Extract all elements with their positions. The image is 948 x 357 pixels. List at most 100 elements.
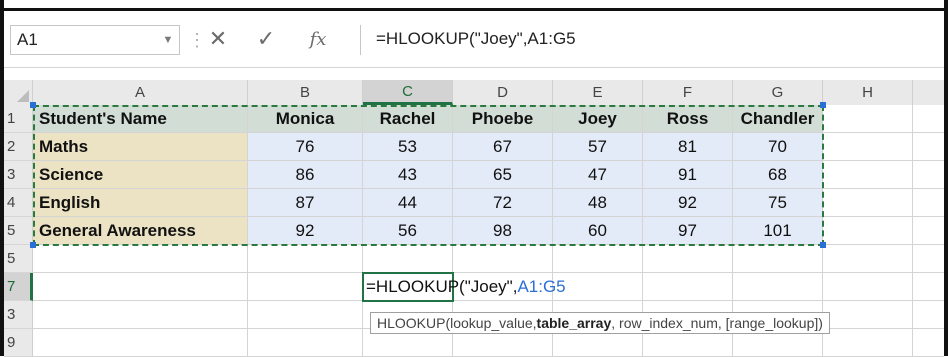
- cell-g4[interactable]: 75: [733, 189, 823, 217]
- insert-function-button[interactable]: fx: [300, 25, 336, 53]
- column-header-e[interactable]: E: [553, 80, 643, 105]
- row-header-8[interactable]: 3: [4, 301, 33, 329]
- cell-a8[interactable]: [33, 301, 248, 329]
- cell-i6[interactable]: [913, 245, 944, 273]
- cell-h8[interactable]: [823, 301, 913, 329]
- cell-i3[interactable]: [913, 161, 944, 189]
- cell-d4[interactable]: 72: [453, 189, 553, 217]
- range-handle-top-left[interactable]: [30, 102, 36, 108]
- formula-input[interactable]: =HLOOKUP("Joey",A1:G5: [376, 25, 576, 53]
- cell-e4[interactable]: 48: [553, 189, 643, 217]
- cell-a6[interactable]: [33, 245, 248, 273]
- cell-e2[interactable]: 57: [553, 133, 643, 161]
- cell-i9[interactable]: [913, 329, 944, 357]
- cell-h7[interactable]: [823, 273, 913, 301]
- enter-button[interactable]: ✓: [248, 25, 284, 53]
- row-header-3[interactable]: 3: [4, 161, 33, 189]
- cell-f1[interactable]: Ross: [643, 105, 733, 133]
- cell-g2[interactable]: 70: [733, 133, 823, 161]
- cell-c3[interactable]: 43: [363, 161, 453, 189]
- function-argument-tooltip[interactable]: HLOOKUP(lookup_value, table_array, row_i…: [370, 312, 830, 334]
- column-header-d[interactable]: D: [453, 80, 553, 105]
- cell-e7[interactable]: [553, 273, 643, 301]
- cell-a4[interactable]: English: [33, 189, 248, 217]
- cell-b2[interactable]: 76: [248, 133, 363, 161]
- row-header-4[interactable]: 4: [4, 189, 33, 217]
- cell-f5[interactable]: 97: [643, 217, 733, 245]
- cell-c4[interactable]: 44: [363, 189, 453, 217]
- cell-c5[interactable]: 56: [363, 217, 453, 245]
- cell-f7[interactable]: [643, 273, 733, 301]
- cell-i1[interactable]: [913, 105, 944, 133]
- cell-f3[interactable]: 91: [643, 161, 733, 189]
- cell-h5[interactable]: [823, 217, 913, 245]
- row-header-2[interactable]: 2: [4, 133, 33, 161]
- cell-c1[interactable]: Rachel: [363, 105, 453, 133]
- cell-g5[interactable]: 101: [733, 217, 823, 245]
- row-header-9[interactable]: 9: [4, 329, 33, 357]
- cell-b9[interactable]: [248, 329, 363, 357]
- tooltip-arg-lookup-value[interactable]: lookup_value,: [450, 315, 536, 331]
- cell-e1[interactable]: Joey: [553, 105, 643, 133]
- cell-f2[interactable]: 81: [643, 133, 733, 161]
- cell-a5[interactable]: General Awareness: [33, 217, 248, 245]
- column-header-c[interactable]: C: [363, 80, 453, 105]
- drag-handle-icon[interactable]: ⋮: [188, 29, 206, 51]
- row-header-6[interactable]: 5: [4, 245, 33, 273]
- cell-b5[interactable]: 92: [248, 217, 363, 245]
- cell-h4[interactable]: [823, 189, 913, 217]
- cell-i2[interactable]: [913, 133, 944, 161]
- cell-a7[interactable]: [33, 273, 248, 301]
- cell-a1[interactable]: Student's Name: [33, 105, 248, 133]
- column-header-f[interactable]: F: [643, 80, 733, 105]
- cell-h9[interactable]: [823, 329, 913, 357]
- cell-b1[interactable]: Monica: [248, 105, 363, 133]
- cell-a3[interactable]: Science: [33, 161, 248, 189]
- cell-b4[interactable]: 87: [248, 189, 363, 217]
- cell-g7[interactable]: [733, 273, 823, 301]
- cell-h1[interactable]: [823, 105, 913, 133]
- tooltip-arg-rest[interactable]: , row_index_num, [range_lookup]): [611, 315, 823, 331]
- cell-g6[interactable]: [733, 245, 823, 273]
- cell-d6[interactable]: [453, 245, 553, 273]
- cell-d5[interactable]: 98: [453, 217, 553, 245]
- cell-a2[interactable]: Maths: [33, 133, 248, 161]
- cell-b6[interactable]: [248, 245, 363, 273]
- row-header-7[interactable]: 7: [4, 273, 33, 301]
- range-handle-bottom-left[interactable]: [30, 242, 36, 248]
- cell-e6[interactable]: [553, 245, 643, 273]
- column-header-a[interactable]: A: [33, 80, 248, 105]
- cell-g3[interactable]: 68: [733, 161, 823, 189]
- cell-g1[interactable]: Chandler: [733, 105, 823, 133]
- cell-i8[interactable]: [913, 301, 944, 329]
- column-header-h[interactable]: H: [823, 80, 913, 105]
- cell-b3[interactable]: 86: [248, 161, 363, 189]
- cell-h3[interactable]: [823, 161, 913, 189]
- cell-d3[interactable]: 65: [453, 161, 553, 189]
- chevron-down-icon[interactable]: ▼: [157, 34, 179, 46]
- cell-b8[interactable]: [248, 301, 363, 329]
- cell-f6[interactable]: [643, 245, 733, 273]
- cell-c2[interactable]: 53: [363, 133, 453, 161]
- cell-e5[interactable]: 60: [553, 217, 643, 245]
- cell-h2[interactable]: [823, 133, 913, 161]
- cell-i5[interactable]: [913, 217, 944, 245]
- cell-d2[interactable]: 67: [453, 133, 553, 161]
- worksheet-grid[interactable]: A B C D E F G H 1 2 3 4 5 5 7 3 9 Studen…: [4, 80, 944, 357]
- cell-e3[interactable]: 47: [553, 161, 643, 189]
- in-cell-formula[interactable]: =HLOOKUP("Joey", A1:G5: [366, 273, 566, 301]
- column-header-next[interactable]: [913, 80, 944, 105]
- cell-i7[interactable]: [913, 273, 944, 301]
- tooltip-arg-table-array[interactable]: table_array: [537, 315, 612, 331]
- row-header-5[interactable]: 5: [4, 217, 33, 245]
- range-handle-top-right[interactable]: [820, 102, 826, 108]
- column-header-b[interactable]: B: [248, 80, 363, 105]
- cell-b7[interactable]: [248, 273, 363, 301]
- cell-d1[interactable]: Phoebe: [453, 105, 553, 133]
- name-box[interactable]: A1 ▼: [10, 25, 180, 55]
- range-handle-bottom-right[interactable]: [820, 242, 826, 248]
- cancel-button[interactable]: ✕: [200, 25, 236, 53]
- cell-f4[interactable]: 92: [643, 189, 733, 217]
- column-header-g[interactable]: G: [733, 80, 823, 105]
- select-all-button[interactable]: [4, 80, 33, 105]
